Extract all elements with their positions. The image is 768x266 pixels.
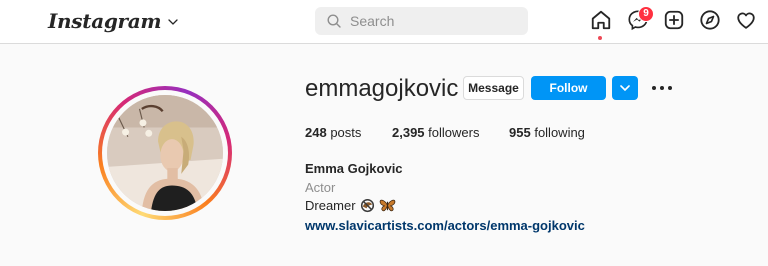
search-input[interactable] bbox=[350, 13, 510, 29]
home-icon[interactable] bbox=[590, 9, 612, 31]
posts-count: 248 posts bbox=[305, 125, 361, 140]
butterfly-icon bbox=[379, 199, 395, 212]
suggestions-dropdown-button[interactable] bbox=[612, 76, 638, 100]
logo-text: Instagram bbox=[48, 9, 162, 33]
top-navigation-bar: Instagram 9 bbox=[0, 0, 768, 44]
profile-photo bbox=[107, 95, 223, 211]
new-post-icon[interactable] bbox=[663, 9, 685, 31]
following-number: 955 bbox=[509, 125, 531, 140]
avatar-gap bbox=[102, 90, 228, 216]
explore-icon[interactable] bbox=[699, 9, 721, 31]
posts-label: posts bbox=[330, 125, 362, 140]
following-label: following bbox=[534, 125, 585, 140]
followers-label: followers bbox=[428, 125, 480, 140]
chevron-down-icon bbox=[620, 85, 630, 91]
search-icon bbox=[327, 14, 341, 28]
profile-avatar[interactable] bbox=[107, 95, 223, 211]
search-box[interactable] bbox=[315, 7, 528, 35]
profile-username: emmagojkovic bbox=[305, 75, 459, 102]
home-active-indicator bbox=[598, 36, 602, 40]
heart-icon[interactable] bbox=[735, 9, 757, 31]
no-sign-icon bbox=[360, 198, 374, 213]
following-link[interactable]: 955 following bbox=[509, 125, 585, 140]
instagram-logo[interactable]: Instagram bbox=[48, 9, 178, 33]
profile-website-link[interactable]: www.slavicartists.com/actors/emma-gojkov… bbox=[305, 218, 585, 233]
follow-button[interactable]: Follow bbox=[531, 76, 606, 100]
followers-number: 2,395 bbox=[392, 125, 425, 140]
profile-category: Actor bbox=[305, 180, 336, 195]
bio-text: Dreamer bbox=[305, 198, 356, 213]
message-button[interactable]: Message bbox=[463, 76, 524, 100]
profile-full-name: Emma Gojkovic bbox=[305, 161, 403, 176]
posts-number: 248 bbox=[305, 125, 327, 140]
chevron-down-icon[interactable] bbox=[168, 19, 178, 25]
messages-badge: 9 bbox=[638, 6, 654, 22]
followers-link[interactable]: 2,395 followers bbox=[392, 125, 479, 140]
more-options-icon[interactable] bbox=[652, 84, 672, 92]
profile-bio: Dreamer bbox=[305, 198, 396, 213]
story-ring[interactable] bbox=[98, 86, 232, 220]
